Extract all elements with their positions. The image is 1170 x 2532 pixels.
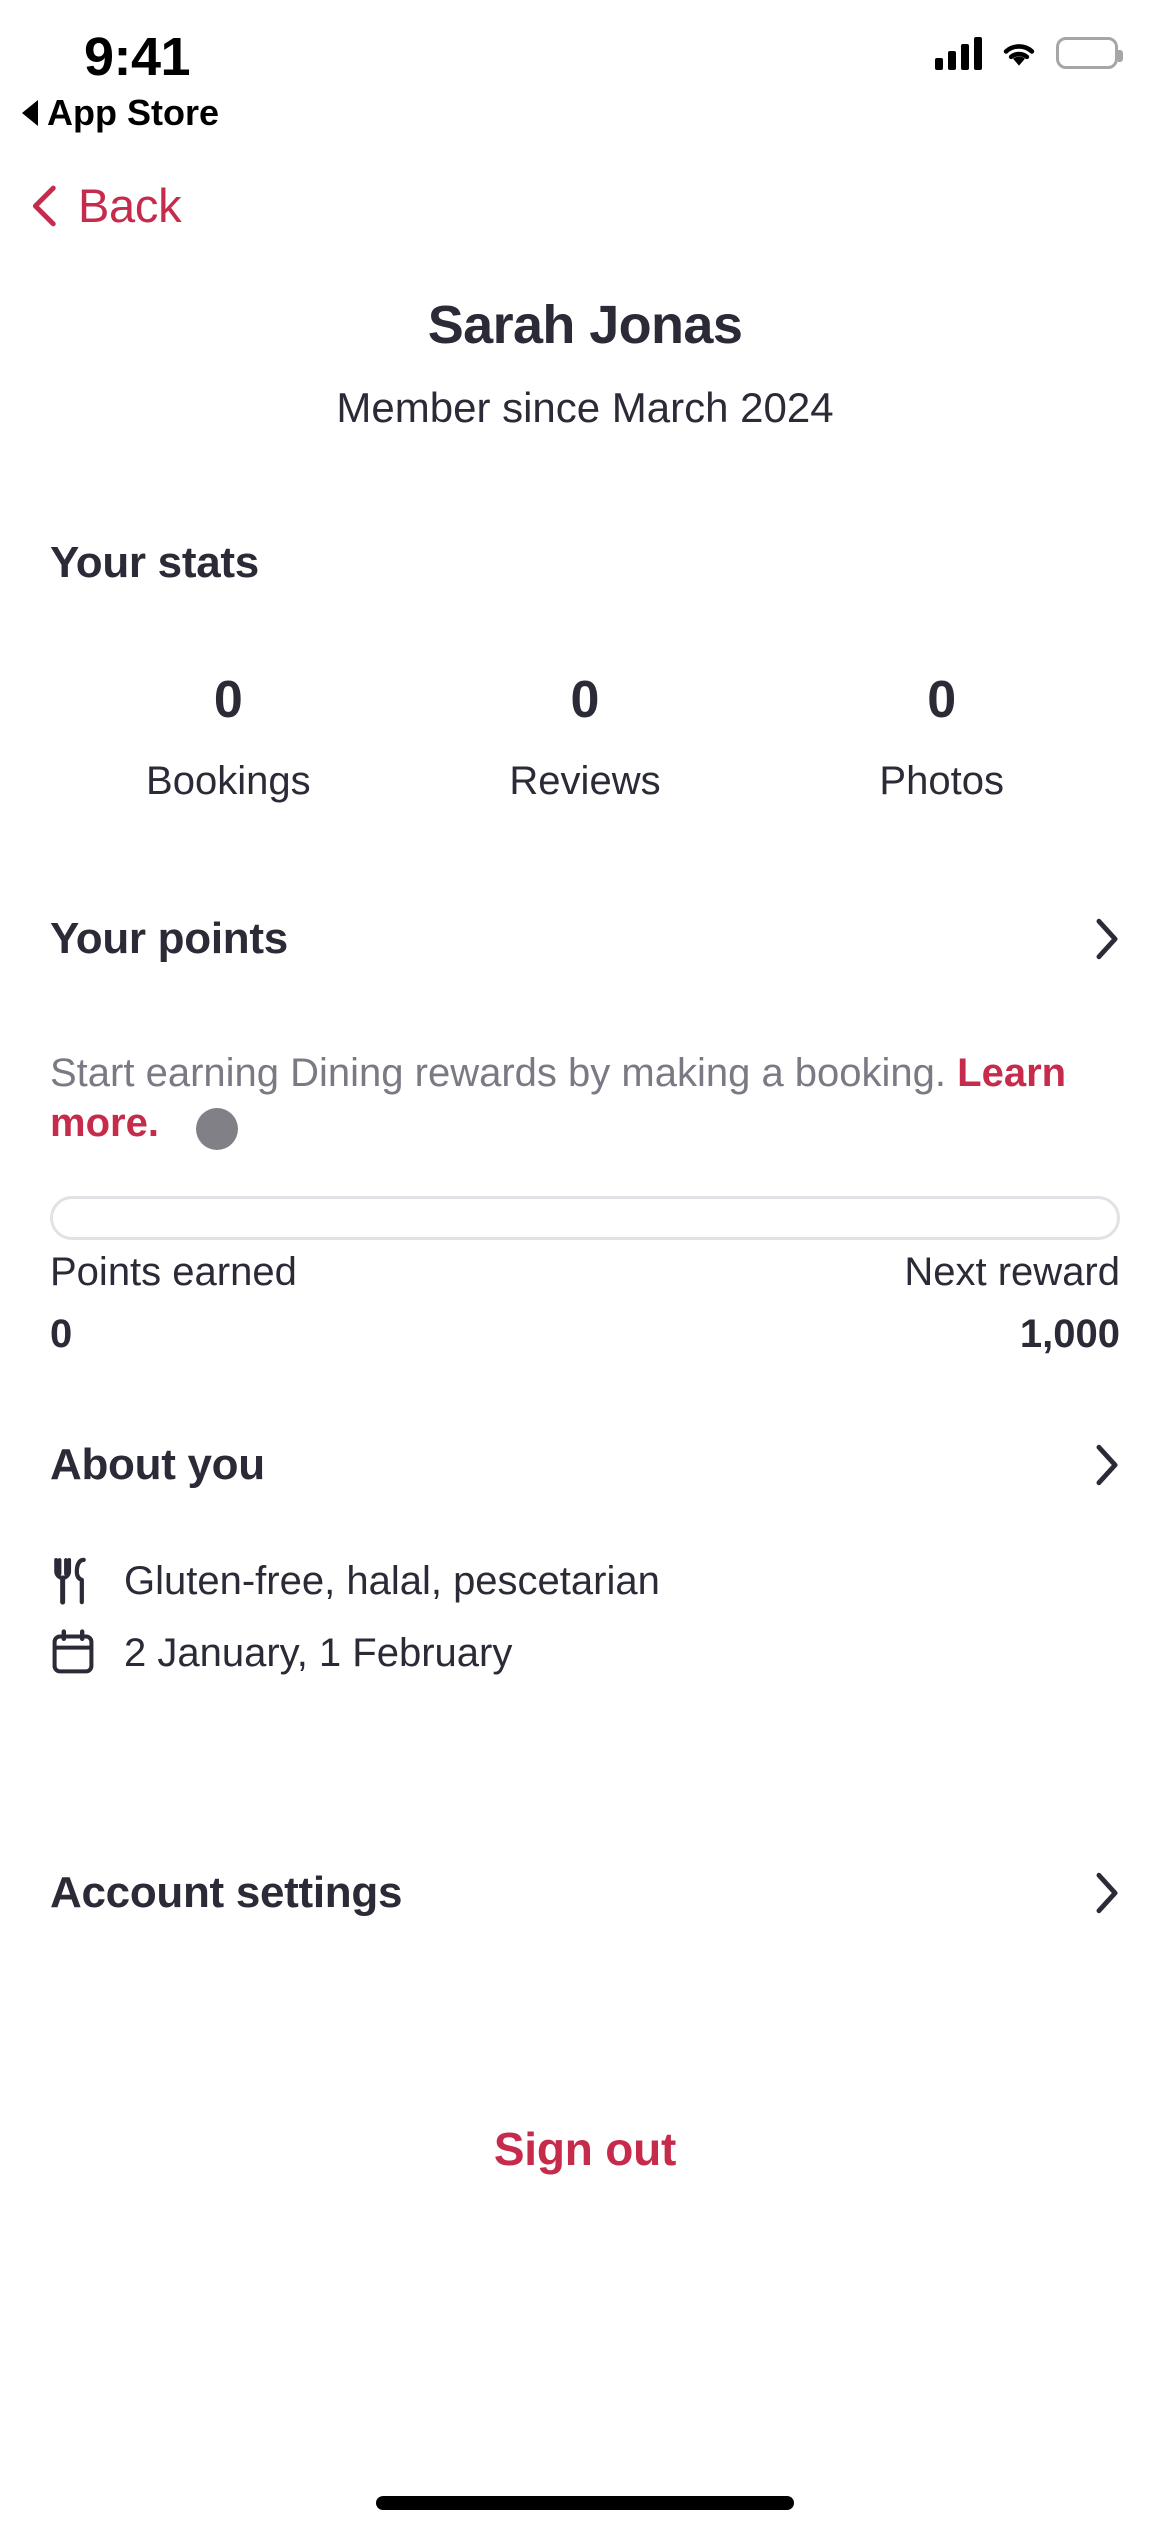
chevron-right-icon <box>1096 918 1118 960</box>
stat-photos-value: 0 <box>927 671 957 729</box>
your-points-row[interactable]: Your points <box>50 914 1120 964</box>
about-you-row[interactable]: About you <box>50 1440 1120 1490</box>
next-reward-value: 1,000 <box>1019 1312 1120 1356</box>
stat-bookings-label: Bookings <box>146 759 311 804</box>
your-points-heading: Your points <box>50 914 288 963</box>
about-dietary-text: Gluten-free, halal, pescetarian <box>124 1558 660 1603</box>
stats-grid: 0 Bookings 0 Reviews 0 Photos <box>50 671 1120 804</box>
status-bar-indicators <box>935 36 1123 70</box>
stat-bookings: 0 Bookings <box>50 671 407 804</box>
member-since-label: Member since March 2024 <box>336 384 834 431</box>
points-progress-bar <box>50 1196 1120 1240</box>
account-settings-heading: Account settings <box>50 1868 403 1917</box>
about-dates-text: 2 January, 1 February <box>124 1630 513 1675</box>
points-earned-value: 0 <box>50 1312 73 1356</box>
home-indicator[interactable] <box>376 2496 794 2510</box>
about-you-list: Gluten-free, halal, pescetarian 2 Januar… <box>50 1556 1120 1700</box>
page-title: Sarah Jonas <box>427 295 743 355</box>
battery-full-icon <box>1056 37 1123 69</box>
stat-reviews-value: 0 <box>570 671 600 729</box>
chevron-left-icon <box>32 185 56 226</box>
back-button[interactable]: Back <box>28 178 182 233</box>
sign-out-button[interactable]: Sign out <box>0 2122 1170 2176</box>
points-labels-row: Points earned Next reward <box>50 1250 1120 1295</box>
points-description-text: Start earning Dining rewards by making a… <box>50 1051 947 1095</box>
points-earned-label: Points earned <box>50 1250 297 1294</box>
calendar-icon <box>52 1629 94 1674</box>
profile-screen: 9:41 App Store Back Sarah Jonas Member s… <box>0 0 1170 2532</box>
stat-photos-label: Photos <box>879 759 1004 804</box>
stat-bookings-value: 0 <box>213 671 243 729</box>
about-you-heading: About you <box>50 1440 265 1489</box>
stat-reviews-label: Reviews <box>509 759 661 804</box>
wifi-icon <box>1003 44 1035 66</box>
return-to-app-store-button[interactable]: App Store <box>22 92 219 134</box>
account-settings-row[interactable]: Account settings <box>50 1868 1120 1918</box>
chevron-right-icon <box>1096 1444 1118 1486</box>
stat-photos: 0 Photos <box>763 671 1120 804</box>
points-values-row: 0 1,000 <box>50 1312 1120 1357</box>
your-stats-heading: Your stats <box>50 538 259 587</box>
status-bar-time: 9:41 <box>84 27 191 87</box>
stat-reviews: 0 Reviews <box>407 671 764 804</box>
back-triangle-icon <box>22 100 38 126</box>
back-button-label: Back <box>78 179 182 232</box>
cellular-signal-icon <box>935 36 982 70</box>
about-dietary-item: Gluten-free, halal, pescetarian <box>50 1556 1120 1606</box>
return-app-label: App Store <box>47 92 220 133</box>
status-bar: 9:41 App Store <box>0 0 1170 150</box>
cutlery-icon <box>54 1557 86 1605</box>
chevron-right-icon <box>1096 1872 1118 1914</box>
touch-cursor-indicator <box>196 1108 238 1150</box>
about-dates-item: 2 January, 1 February <box>50 1628 1120 1678</box>
next-reward-label: Next reward <box>904 1250 1120 1294</box>
